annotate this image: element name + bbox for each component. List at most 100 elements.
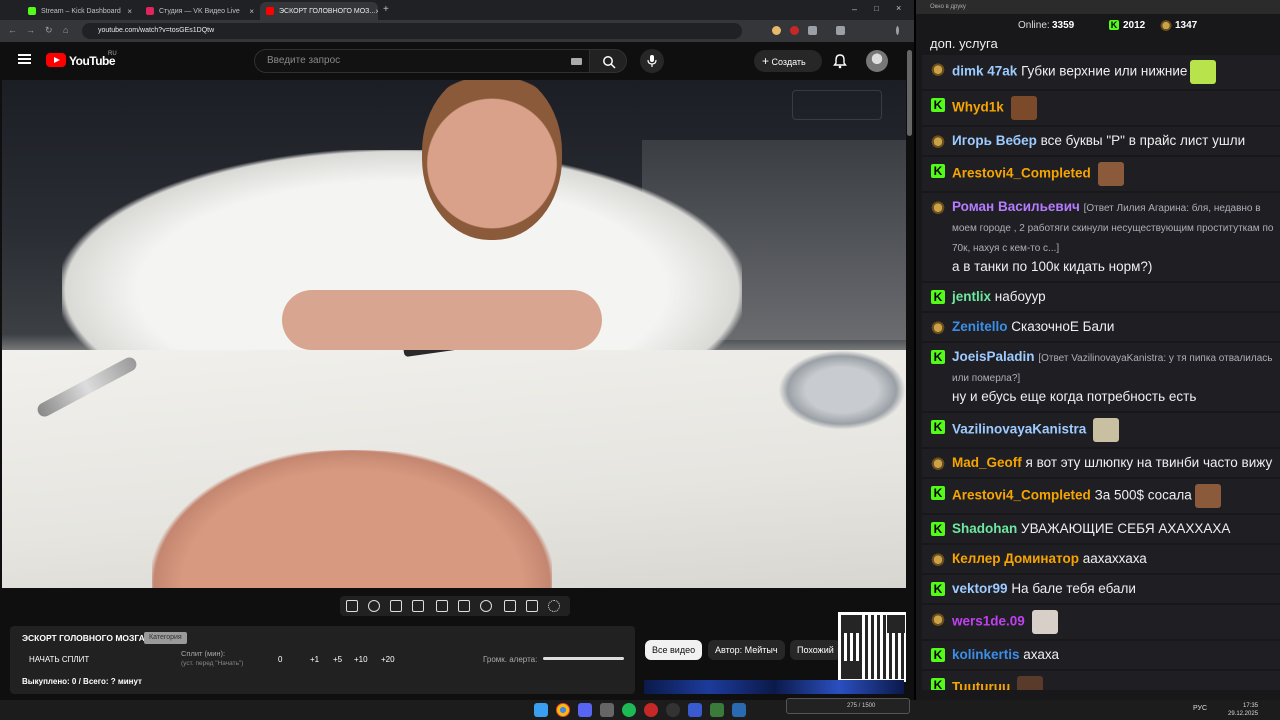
start-split-button[interactable]: НАЧАТЬ СПЛИТ [29,655,89,664]
avatar[interactable] [866,50,888,72]
chrome-icon[interactable] [556,703,570,717]
subtitles-icon[interactable] [458,600,470,612]
chat-username[interactable]: Игорь Вебер [952,133,1037,148]
increment-10-button[interactable]: +10 [354,655,368,664]
browser-window: Stream – Kick Dashboard × Студия — VK Ви… [0,0,914,700]
speed-icon[interactable] [480,600,492,612]
minimize-icon[interactable]: – [852,4,857,14]
broadcast-icon[interactable] [368,600,380,612]
back-icon[interactable]: ← [8,25,17,35]
alert-volume-slider[interactable] [543,657,624,660]
chat-message: K Shadohan УВАЖАЮЩИЕ СЕБЯ АХАХХАХА [922,515,1280,543]
chip-all-videos[interactable]: Все видео [645,640,703,660]
chip-author[interactable]: Автор: Мейтыч [708,640,785,660]
search-input[interactable]: Введите запрос [254,49,590,73]
app-icon[interactable] [732,703,746,717]
increment-1-button[interactable]: +1 [310,655,319,664]
create-button[interactable]: + Создать [754,50,822,72]
voice-search-button[interactable] [640,49,664,73]
app-icon[interactable] [688,703,702,717]
split-label: Сплит (мин): [181,649,226,658]
vk-icon [146,7,154,15]
chat-username[interactable]: kolinkertis [952,647,1020,662]
download-icon[interactable] [836,26,845,35]
clock[interactable]: 17:35 29.12.2025 [1228,702,1258,718]
vk-icon [931,62,945,76]
vk-icon [931,456,945,470]
chat-message-list[interactable]: доп. услуга dimk 47ak Губки верхние или … [922,36,1280,690]
spotify-icon[interactable] [622,703,636,717]
kick-icon: K [931,164,945,178]
camera-icon[interactable] [526,600,538,612]
home-icon[interactable]: ⌂ [63,25,68,35]
frame-icon[interactable] [436,600,448,612]
chat-username[interactable]: dimk 47ak [952,64,1017,79]
chat-username[interactable]: Shadohan [952,521,1017,536]
chat-username[interactable]: wers1de.09 [952,614,1025,629]
increment-5-button[interactable]: +5 [333,655,342,664]
close-icon[interactable]: × [375,7,378,16]
tray-language[interactable]: РУС [1193,705,1207,712]
close-icon[interactable]: × [127,7,132,16]
url-field[interactable]: youtube.com/watch?v=tosGEs1DQtw [82,23,742,39]
split-panel: ЭСКОРТ ГОЛОВНОГО МОЗГА Категория НАЧАТЬ … [10,626,635,694]
tab-kick-dashboard[interactable]: Stream – Kick Dashboard × [22,2,138,20]
chat-username[interactable]: Whyd1k [952,100,1004,115]
forward-icon[interactable]: → [26,25,35,35]
menu-dots-icon[interactable] [896,26,899,35]
kick-icon: K [931,350,945,364]
obs-icon[interactable] [666,703,680,717]
youtube-logo-icon[interactable] [46,53,66,67]
add-clip-icon[interactable] [504,600,516,612]
chat-username[interactable]: Келлер Доминатор [952,551,1079,566]
tab-youtube-video[interactable]: ЭСКОРТ ГОЛОВНОГО МОЗ... × [260,2,378,20]
vk-icon [931,552,945,566]
clapperboard-icon[interactable] [412,600,424,612]
maximize-icon[interactable]: □ [874,4,879,13]
page-scrollbar[interactable] [906,44,914,700]
chat-emote [1031,610,1058,634]
chat-username[interactable]: jentlix [952,289,991,304]
scrollbar-thumb[interactable] [907,50,912,136]
chat-username[interactable]: Zenitello [952,319,1008,334]
app-icon[interactable] [644,703,658,717]
app-icon[interactable] [600,703,614,717]
hamburger-menu-icon[interactable] [18,54,31,64]
chat-username[interactable]: VazilinovayaKanistra [952,422,1086,437]
gear-icon[interactable] [548,600,560,612]
chat-username[interactable]: Mad_Geoff [952,455,1022,470]
youtube-header: YouTube RU Введите запрос + Создать [0,42,914,80]
chat-username[interactable]: vektor99 [952,581,1008,596]
loop-icon[interactable] [346,600,358,612]
increment-20-button[interactable]: +20 [381,655,395,664]
windows-start-icon[interactable] [534,703,548,717]
video-player[interactable] [2,80,906,588]
tab-vk-studio[interactable]: Студия — VK Видео Live × [140,2,260,20]
reload-icon[interactable]: ↻ [45,25,53,36]
close-window-icon[interactable]: × [896,3,901,13]
keyboard-icon[interactable] [571,58,582,65]
new-tab-icon[interactable]: + [383,4,389,15]
discord-icon[interactable] [578,703,592,717]
player-toolbar [340,596,570,616]
chat-message: K Arestovi4_Completed [922,157,1280,191]
extension-icon[interactable] [772,26,781,35]
eye-icon[interactable] [390,600,402,612]
video-thumbnail-strip[interactable] [644,680,904,694]
chat-username[interactable]: JoeisPaladin [952,349,1035,364]
extensions-puzzle-icon[interactable] [808,26,817,35]
chat-message: wers1de.09 [922,605,1280,639]
extension-icon[interactable] [790,26,799,35]
chat-username[interactable]: Tuuturuu [952,680,1010,690]
app-icon[interactable] [710,703,724,717]
chat-username[interactable]: Роман Васильевич [952,199,1080,214]
chat-username[interactable]: Arestovi4_Completed [952,488,1091,503]
chip-similar[interactable]: Похожий [790,640,841,660]
close-icon[interactable]: × [249,7,254,16]
search-button[interactable] [589,49,627,73]
microphone-icon [647,55,657,67]
online-label: Online: [1018,20,1050,31]
notifications-bell-icon[interactable] [832,53,848,69]
video-watermark [792,90,882,120]
chat-username[interactable]: Arestovi4_Completed [952,166,1091,181]
